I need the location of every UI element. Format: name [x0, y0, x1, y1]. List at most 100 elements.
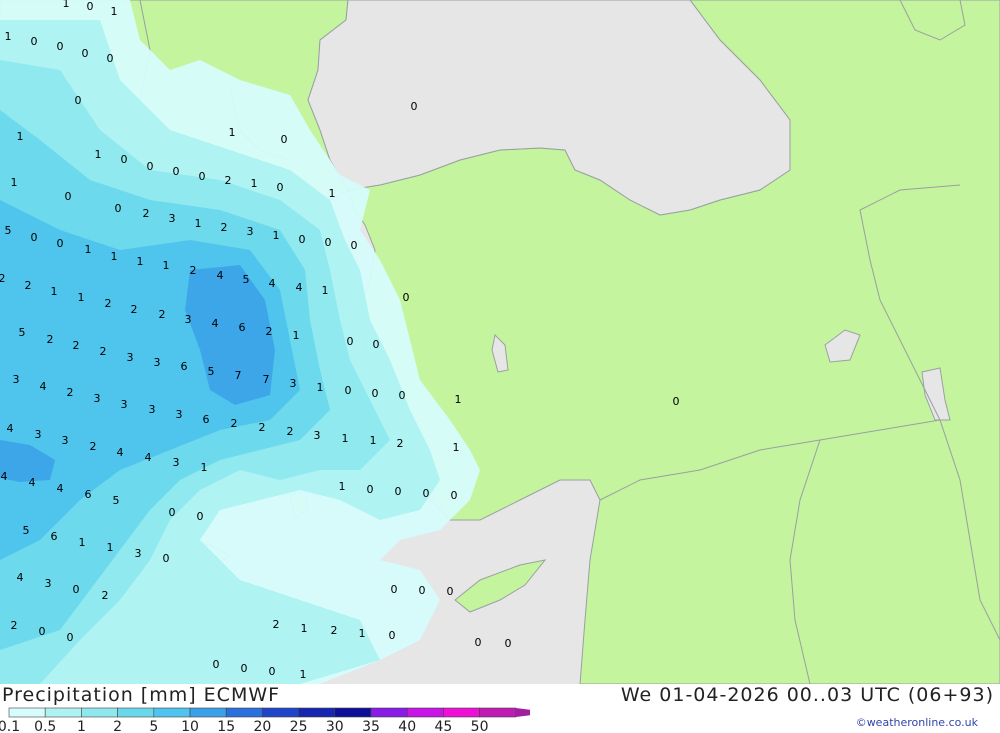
- legend-swatch: [189, 707, 227, 718]
- legend-swatch: [479, 707, 517, 718]
- legend-swatch: [262, 707, 299, 718]
- precip-value-label: 5: [19, 326, 26, 339]
- precip-value-label: 3: [135, 547, 142, 560]
- precip-value-label: 0: [31, 231, 38, 244]
- precip-value-label: 2: [190, 264, 197, 277]
- precip-value-label: 4: [296, 281, 303, 294]
- precip-value-label: 2: [90, 440, 97, 453]
- precip-value-label: 4: [7, 422, 14, 435]
- precip-value-label: 1: [322, 284, 329, 297]
- precip-value-label: 2: [67, 386, 74, 399]
- precip-value-label: 6: [203, 413, 210, 426]
- precip-value-label: 0: [389, 629, 396, 642]
- precip-value-label: 1: [17, 130, 24, 143]
- precip-value-label: 1: [251, 177, 258, 190]
- precip-value-label: 0: [505, 637, 512, 650]
- precip-value-label: 7: [263, 373, 270, 386]
- precip-value-label: 0: [325, 236, 332, 249]
- precip-value-label: 0: [107, 52, 114, 65]
- precip-value-label: 2: [131, 303, 138, 316]
- precip-value-label: 1: [163, 259, 170, 272]
- precip-value-label: 0: [57, 237, 64, 250]
- precip-value-label: 1: [111, 250, 118, 263]
- precip-value-label: 0: [163, 552, 170, 565]
- precip-value-label: 0: [199, 170, 206, 183]
- precip-value-label: 1: [329, 187, 336, 200]
- legend-swatch: [153, 707, 191, 718]
- legend-tick-label: 35: [362, 719, 380, 732]
- precip-value-label: 4: [40, 380, 47, 393]
- legend-tick-label: 30: [326, 719, 344, 732]
- precip-value-label: 5: [208, 365, 215, 378]
- precip-value-label: 4: [1, 470, 8, 483]
- legend-swatch: [370, 707, 408, 718]
- precip-value-label: 0: [451, 489, 458, 502]
- precip-value-label: 4: [217, 269, 224, 282]
- precip-value-label: 0: [197, 510, 204, 523]
- precip-value-label: 2: [159, 308, 166, 321]
- precip-value-label: 2: [225, 174, 232, 187]
- precip-value-label: 3: [121, 398, 128, 411]
- legend-swatch: [44, 707, 82, 718]
- precip-value-label: 1: [201, 461, 208, 474]
- precip-value-label: 2: [273, 618, 280, 631]
- precip-value-label: 3: [173, 456, 180, 469]
- precip-value-label: 1: [301, 622, 308, 635]
- precip-value-label: 0: [269, 665, 276, 678]
- precip-value-label: 0: [299, 233, 306, 246]
- precip-value-label: 1: [95, 148, 102, 161]
- precip-value-label: 4: [269, 277, 276, 290]
- precip-value-label: 0: [65, 190, 72, 203]
- precip-value-label: 0: [475, 636, 482, 649]
- precip-value-label: 0: [403, 291, 410, 304]
- precip-value-label: 3: [247, 225, 254, 238]
- legend-tick-label: 5: [149, 719, 158, 732]
- precip-value-label: 1: [293, 329, 300, 342]
- precip-value-label: 1: [453, 441, 460, 454]
- precip-value-label: 1: [137, 255, 144, 268]
- legend-tick-label: 10: [181, 719, 199, 732]
- precip-value-label: 2: [102, 589, 109, 602]
- map-title: Precipitation [mm] ECMWF: [2, 684, 281, 706]
- precip-value-label: 4: [117, 446, 124, 459]
- precip-value-label: 3: [94, 392, 101, 405]
- precip-value-label: 4: [212, 317, 219, 330]
- legend-swatch: [406, 707, 444, 718]
- precip-value-label: 1: [317, 381, 324, 394]
- legend-arrow: [515, 708, 530, 717]
- precip-value-label: 6: [181, 360, 188, 373]
- precip-value-label: 2: [397, 437, 404, 450]
- precip-value-label: 4: [17, 571, 24, 584]
- valid-datetime: We 01-04-2026 00..03 UTC (06+93): [620, 684, 994, 706]
- precip-value-label: 2: [259, 421, 266, 434]
- credit-link[interactable]: ©weatheronline.co.uk: [856, 716, 978, 729]
- precip-value-label: 1: [229, 126, 236, 139]
- precip-value-label: 7: [235, 369, 242, 382]
- precip-value-label: 3: [149, 403, 156, 416]
- precip-value-label: 1: [11, 176, 18, 189]
- legend-tick-label: 25: [290, 719, 308, 732]
- footer-bar: Precipitation [mm] ECMWF We 01-04-2026 0…: [0, 684, 1000, 733]
- precip-value-label: 1: [111, 5, 118, 18]
- precip-value-label: 2: [221, 221, 228, 234]
- precip-value-label: 2: [100, 345, 107, 358]
- legend-swatch: [334, 707, 372, 718]
- legend-swatch: [117, 707, 155, 718]
- precip-value-label: 2: [73, 339, 80, 352]
- precip-value-label: 0: [367, 483, 374, 496]
- legend-tick-label: 1: [77, 719, 86, 732]
- precip-value-label: 3: [314, 429, 321, 442]
- precip-value-label: 1: [51, 285, 58, 298]
- precip-value-label: 1: [5, 30, 12, 43]
- precip-value-label: 2: [231, 417, 238, 430]
- precip-value-label: 3: [127, 351, 134, 364]
- legend-tick-label: 15: [217, 719, 235, 732]
- precip-value-label: 0: [241, 662, 248, 675]
- precip-value-label: 1: [107, 541, 114, 554]
- precip-value-label: 0: [399, 389, 406, 402]
- precip-value-label: 0: [213, 658, 220, 671]
- precip-value-label: 0: [67, 631, 74, 644]
- precip-value-label: 3: [185, 313, 192, 326]
- precip-value-label: 0: [351, 239, 358, 252]
- precip-value-label: 0: [82, 47, 89, 60]
